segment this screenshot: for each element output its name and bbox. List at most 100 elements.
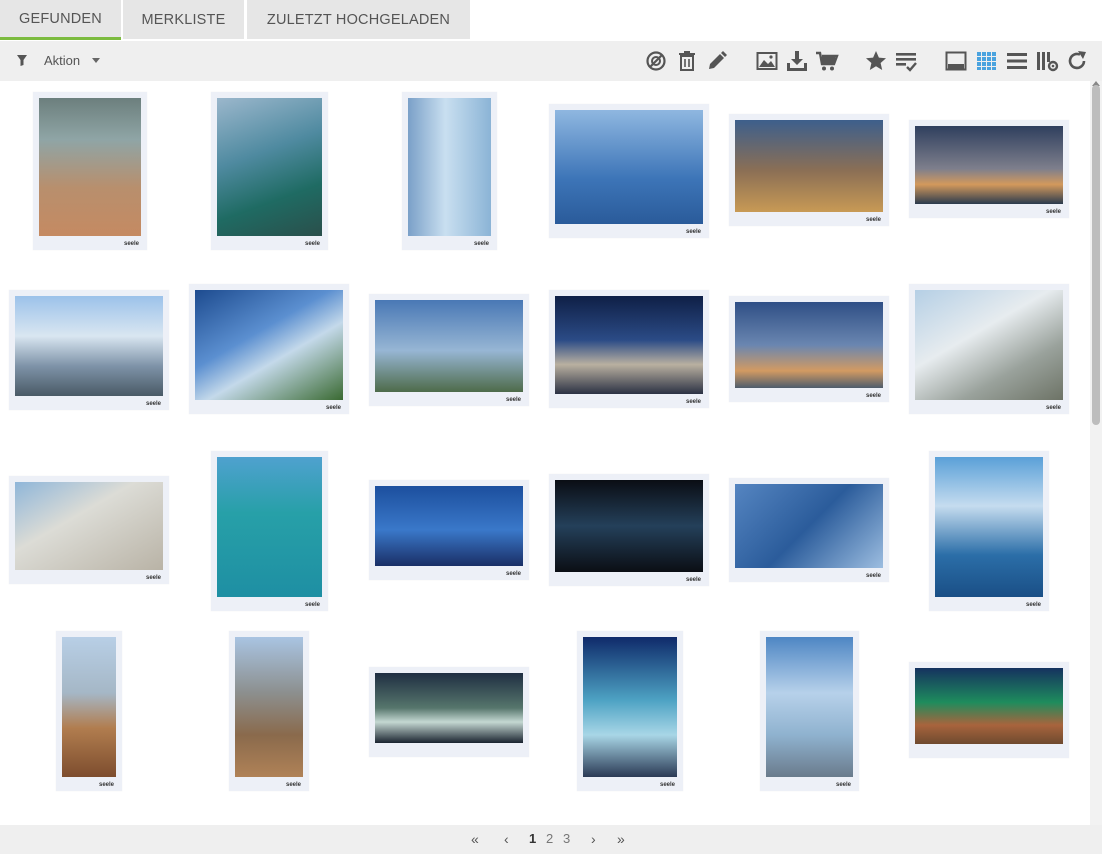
trash-icon[interactable]	[675, 49, 699, 73]
thumbnail-card[interactable]: seele	[549, 290, 709, 408]
large-view-icon[interactable]	[944, 49, 968, 73]
thumbnail-card[interactable]: seele	[369, 480, 529, 580]
chevron-down-icon[interactable]	[92, 58, 100, 63]
thumbnail-image[interactable]	[15, 482, 163, 570]
thumbnail-card[interactable]: seele	[729, 114, 889, 226]
thumbnail-logo: seele	[1025, 602, 1041, 608]
thumbnail-card[interactable]: seele	[760, 631, 859, 791]
thumbnail-image[interactable]	[375, 673, 523, 743]
thumbnail-image[interactable]	[766, 637, 853, 777]
thumbnail-image[interactable]	[375, 486, 523, 566]
list-view-icon[interactable]	[1005, 49, 1029, 73]
refresh-icon[interactable]	[1065, 49, 1089, 73]
thumbnail-card[interactable]: seele	[929, 451, 1049, 611]
page-2-link[interactable]: 2	[546, 831, 553, 847]
download-icon[interactable]	[785, 49, 809, 73]
thumbnail-logo: seele	[304, 602, 320, 608]
tab-zuletzt-hochgeladen[interactable]: ZULETZT HOCHGELADEN	[247, 0, 470, 39]
cart-icon[interactable]	[815, 49, 839, 73]
columns-settings-icon[interactable]	[1035, 49, 1059, 73]
thumbnail-card[interactable]: seele	[369, 294, 529, 406]
prev-page-button[interactable]: ‹	[504, 831, 509, 847]
tab-bar: GEFUNDEN MERKLISTE ZULETZT HOCHGELADEN	[0, 0, 1102, 41]
thumbnail-image[interactable]	[15, 296, 163, 396]
thumbnail-logo: seele	[145, 575, 161, 581]
thumbnail-logo: seele	[865, 393, 881, 399]
thumbnail-image[interactable]	[39, 98, 141, 236]
scrollbar-thumb[interactable]	[1092, 85, 1100, 425]
checklist-icon[interactable]	[894, 49, 918, 73]
tab-merkliste[interactable]: MERKLISTE	[123, 0, 244, 39]
last-page-button[interactable]: »	[617, 831, 625, 847]
deselect-icon[interactable]	[644, 49, 668, 73]
thumbnail-logo: seele	[685, 577, 701, 583]
thumbnail-card[interactable]: seele	[9, 476, 169, 584]
thumbnail-image[interactable]	[235, 637, 303, 777]
thumbnail-image[interactable]	[555, 296, 703, 394]
thumbnail-logo: seele	[473, 241, 489, 247]
thumbnail-card[interactable]: seele	[229, 631, 309, 791]
thumbnail-card[interactable]: seele	[729, 296, 889, 402]
thumbnail-card[interactable]: seele	[909, 284, 1069, 414]
action-dropdown[interactable]: Aktion	[44, 53, 80, 68]
thumbnail-card[interactable]: seele	[909, 120, 1069, 218]
thumbnail-logo: seele	[685, 229, 701, 235]
thumbnail-image[interactable]	[935, 457, 1043, 597]
thumbnail-card[interactable]: seele	[211, 451, 328, 611]
thumbnail-logo: seele	[505, 397, 521, 403]
thumbnail-image[interactable]	[62, 637, 116, 777]
thumbnail-image[interactable]	[915, 290, 1063, 400]
page-1-link[interactable]: 1	[529, 831, 536, 847]
thumbnail-image[interactable]	[555, 110, 703, 224]
thumbnail-logo: seele	[123, 241, 139, 247]
thumbnail-logo: seele	[505, 571, 521, 577]
thumbnail-image[interactable]	[735, 120, 883, 212]
next-page-button[interactable]: ›	[591, 831, 596, 847]
asset-grid: seele seele seele seele seele seele seele seele…	[0, 81, 1090, 825]
thumbnail-logo: seele	[145, 401, 161, 407]
thumbnail-card[interactable]: seele	[402, 92, 497, 250]
thumbnail-card[interactable]: seele	[33, 92, 147, 250]
thumbnail-image[interactable]	[735, 302, 883, 388]
thumbnail-card[interactable]: seele	[729, 478, 889, 582]
thumbnail-logo: seele	[325, 405, 341, 411]
thumbnail-card[interactable]: seele	[577, 631, 683, 791]
thumbnail-image[interactable]	[408, 98, 491, 236]
first-page-button[interactable]: «	[471, 831, 479, 847]
thumbnail-image[interactable]	[735, 484, 883, 568]
scrollbar[interactable]	[1090, 81, 1102, 825]
page-3-link[interactable]: 3	[563, 831, 570, 847]
thumbnail-card[interactable]: seele	[211, 92, 328, 250]
thumbnail-card[interactable]: seele	[549, 474, 709, 586]
grid-view-icon[interactable]	[975, 49, 999, 73]
thumbnail-logo: seele	[304, 241, 320, 247]
thumbnail-card[interactable]	[909, 662, 1069, 758]
edit-icon[interactable]	[705, 49, 729, 73]
thumbnail-card[interactable]: seele	[549, 104, 709, 238]
toolbar: Aktion	[0, 41, 1102, 81]
thumbnail-image[interactable]	[583, 637, 677, 777]
thumbnail-logo: seele	[835, 782, 851, 788]
thumbnail-logo: seele	[1045, 405, 1061, 411]
thumbnail-logo: seele	[98, 782, 114, 788]
filter-icon[interactable]	[16, 53, 30, 69]
thumbnail-card[interactable]: seele	[56, 631, 122, 791]
pagination: « ‹ 1 2 3 › »	[0, 825, 1102, 854]
thumbnail-image[interactable]	[915, 668, 1063, 744]
thumbnail-logo: seele	[685, 399, 701, 405]
thumbnail-image[interactable]	[375, 300, 523, 392]
thumbnail-image[interactable]	[915, 126, 1063, 204]
thumbnail-logo: seele	[865, 573, 881, 579]
thumbnail-image[interactable]	[195, 290, 343, 400]
tab-gefunden[interactable]: GEFUNDEN	[0, 0, 121, 40]
thumbnail-logo: seele	[285, 782, 301, 788]
thumbnail-image[interactable]	[555, 480, 703, 572]
star-icon[interactable]	[864, 49, 888, 73]
thumbnail-card[interactable]	[369, 667, 529, 757]
thumbnail-image[interactable]	[217, 457, 322, 597]
thumbnail-logo: seele	[865, 217, 881, 223]
thumbnail-card[interactable]: seele	[9, 290, 169, 410]
thumbnail-image[interactable]	[217, 98, 322, 236]
image-icon[interactable]	[755, 49, 779, 73]
thumbnail-card[interactable]: seele	[189, 284, 349, 414]
